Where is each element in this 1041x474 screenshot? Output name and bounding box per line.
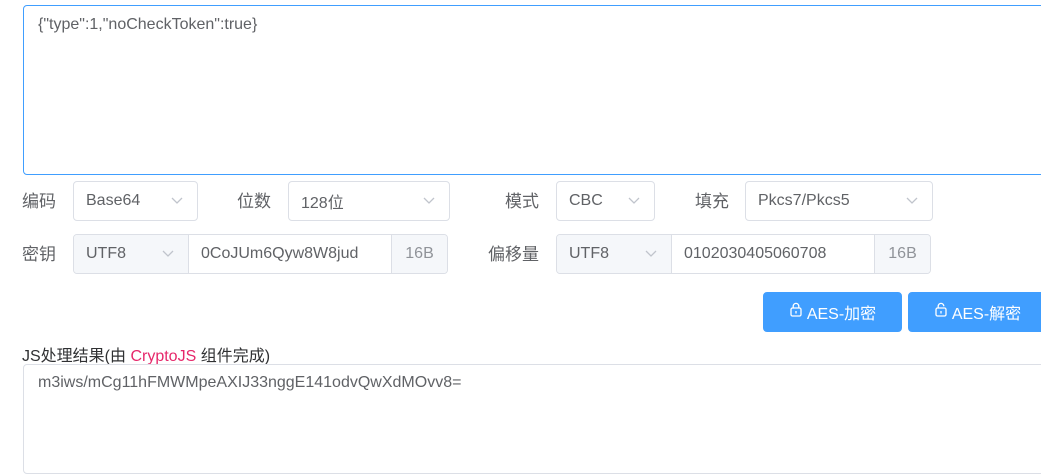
iv-label: 偏移量 [488, 245, 539, 264]
padding-select[interactable]: Pkcs7/Pkcs5 [745, 181, 933, 221]
encoding-select[interactable]: Base64 [73, 181, 198, 221]
result-title-prefix: JS处理结果(由 [22, 348, 131, 365]
iv-input[interactable]: 0102030405060708 [672, 235, 874, 273]
key-size-badge: 16B [391, 235, 447, 273]
key-input[interactable]: 0CoJUm6Qyw8W8jud [189, 235, 391, 273]
aes-decrypt-label: AES-解密 [951, 306, 1022, 323]
key-input-group: UTF8 0CoJUm6Qyw8W8jud 16B [73, 234, 448, 274]
ciphertext-output[interactable]: m3iws/mCg11hFMWMpeAXIJ33nggE141odvQwXdMO… [23, 364, 1041, 474]
chevron-down-icon [626, 193, 642, 209]
padding-label: 填充 [695, 192, 729, 211]
mode-select-value: CBC [569, 192, 603, 209]
chevron-down-icon [904, 193, 920, 209]
result-title-suffix: 组件完成) [196, 348, 271, 365]
iv-encoding-value: UTF8 [569, 245, 609, 262]
chevron-down-icon [169, 193, 185, 209]
iv-encoding-select[interactable]: UTF8 [557, 235, 672, 273]
plaintext-input[interactable]: {"type":1,"noCheckToken":true} [23, 5, 1041, 175]
padding-select-value: Pkcs7/Pkcs5 [758, 192, 850, 209]
result-title: JS处理结果(由 CryptoJS 组件完成) [22, 342, 270, 366]
cryptojs-link[interactable]: CryptoJS [130, 348, 196, 365]
aes-encrypt-button[interactable]: AES-加密 [763, 292, 902, 332]
encoding-select-value: Base64 [86, 192, 141, 209]
encoding-label: 编码 [22, 192, 56, 211]
aes-decrypt-button[interactable]: AES-解密 [908, 292, 1041, 332]
bits-select[interactable]: 128位 [288, 181, 450, 221]
chevron-down-icon [160, 246, 176, 262]
unlock-icon [934, 302, 948, 322]
lock-icon [789, 302, 803, 322]
key-label: 密钥 [22, 245, 56, 264]
aes-encrypt-label: AES-加密 [806, 306, 877, 323]
chevron-down-icon [421, 193, 437, 209]
iv-size-badge: 16B [874, 235, 930, 273]
mode-select[interactable]: CBC [556, 181, 655, 221]
iv-input-group: UTF8 0102030405060708 16B [556, 234, 931, 274]
key-encoding-value: UTF8 [86, 245, 126, 262]
bits-label: 位数 [237, 192, 271, 211]
chevron-down-icon [643, 246, 659, 262]
mode-label: 模式 [505, 192, 539, 211]
bits-select-value: 128位 [301, 195, 344, 212]
key-encoding-select[interactable]: UTF8 [74, 235, 189, 273]
